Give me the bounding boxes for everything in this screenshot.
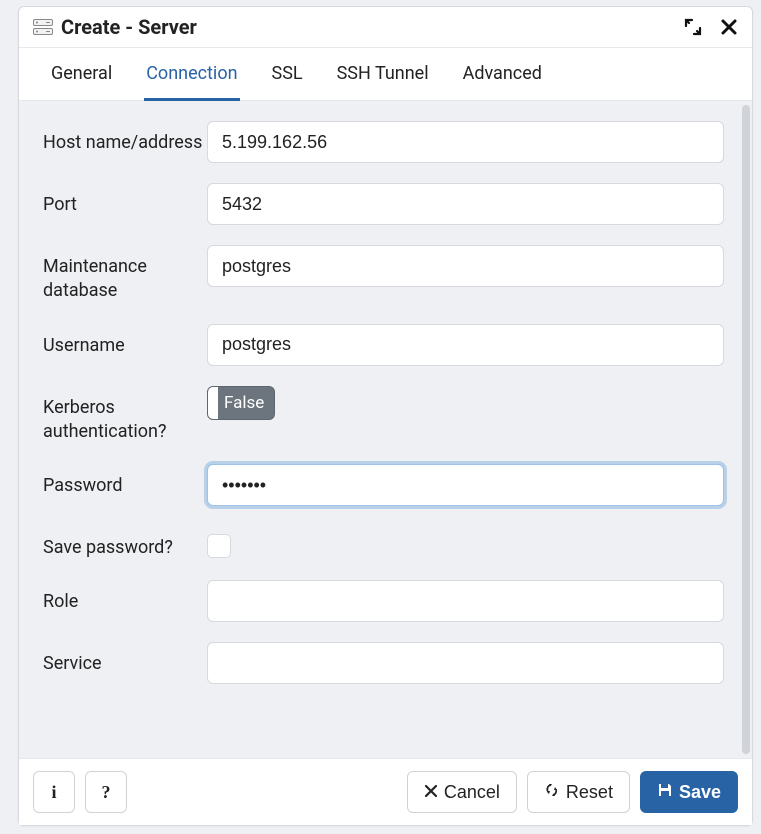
help-button[interactable]: ? bbox=[85, 771, 127, 813]
role-label: Role bbox=[27, 580, 207, 614]
maintdb-label: Maintenance database bbox=[27, 245, 207, 304]
savepw-label: Save password? bbox=[27, 526, 207, 560]
port-label: Port bbox=[27, 183, 207, 217]
kerberos-label: Kerberos authentication? bbox=[27, 386, 207, 445]
toggle-label: False bbox=[218, 393, 274, 413]
info-button[interactable]: i bbox=[33, 771, 75, 813]
tab-advanced[interactable]: Advanced bbox=[461, 49, 544, 101]
tabs: General Connection SSL SSH Tunnel Advanc… bbox=[19, 48, 752, 101]
recycle-icon bbox=[544, 782, 560, 803]
service-input[interactable] bbox=[207, 642, 724, 684]
kerberos-toggle[interactable]: False bbox=[207, 386, 275, 420]
savepw-checkbox[interactable] bbox=[207, 534, 231, 558]
toggle-handle bbox=[208, 387, 218, 419]
service-label: Service bbox=[27, 642, 207, 676]
create-server-dialog: Create - Server General Connection SSL S… bbox=[18, 6, 753, 826]
password-input[interactable] bbox=[207, 464, 724, 506]
cancel-button[interactable]: Cancel bbox=[407, 771, 517, 813]
username-input[interactable] bbox=[207, 324, 724, 366]
save-label: Save bbox=[679, 782, 721, 803]
expand-icon[interactable] bbox=[684, 18, 702, 36]
titlebar: Create - Server bbox=[19, 7, 752, 48]
tab-ssh-tunnel[interactable]: SSH Tunnel bbox=[335, 49, 431, 101]
host-label: Host name/address bbox=[27, 121, 207, 155]
tab-connection[interactable]: Connection bbox=[144, 49, 239, 101]
save-button[interactable]: Save bbox=[640, 771, 738, 813]
close-icon[interactable] bbox=[720, 18, 738, 36]
host-input[interactable] bbox=[207, 121, 724, 163]
server-icon bbox=[33, 19, 53, 35]
cancel-label: Cancel bbox=[444, 782, 500, 803]
footer: i ? Cancel Reset Save bbox=[19, 758, 752, 825]
dialog-title: Create - Server bbox=[61, 15, 684, 39]
reset-button[interactable]: Reset bbox=[527, 771, 630, 813]
reset-label: Reset bbox=[566, 782, 613, 803]
password-label: Password bbox=[27, 464, 207, 498]
tab-general[interactable]: General bbox=[49, 49, 114, 101]
close-x-icon bbox=[424, 782, 438, 803]
username-label: Username bbox=[27, 324, 207, 358]
tab-ssl[interactable]: SSL bbox=[270, 49, 305, 101]
maintdb-input[interactable] bbox=[207, 245, 724, 287]
save-disk-icon bbox=[657, 782, 673, 803]
role-input[interactable] bbox=[207, 580, 724, 622]
port-input[interactable] bbox=[207, 183, 724, 225]
scrollbar[interactable] bbox=[742, 105, 750, 754]
form-content: Host name/address Port Maintenance datab… bbox=[19, 101, 752, 758]
